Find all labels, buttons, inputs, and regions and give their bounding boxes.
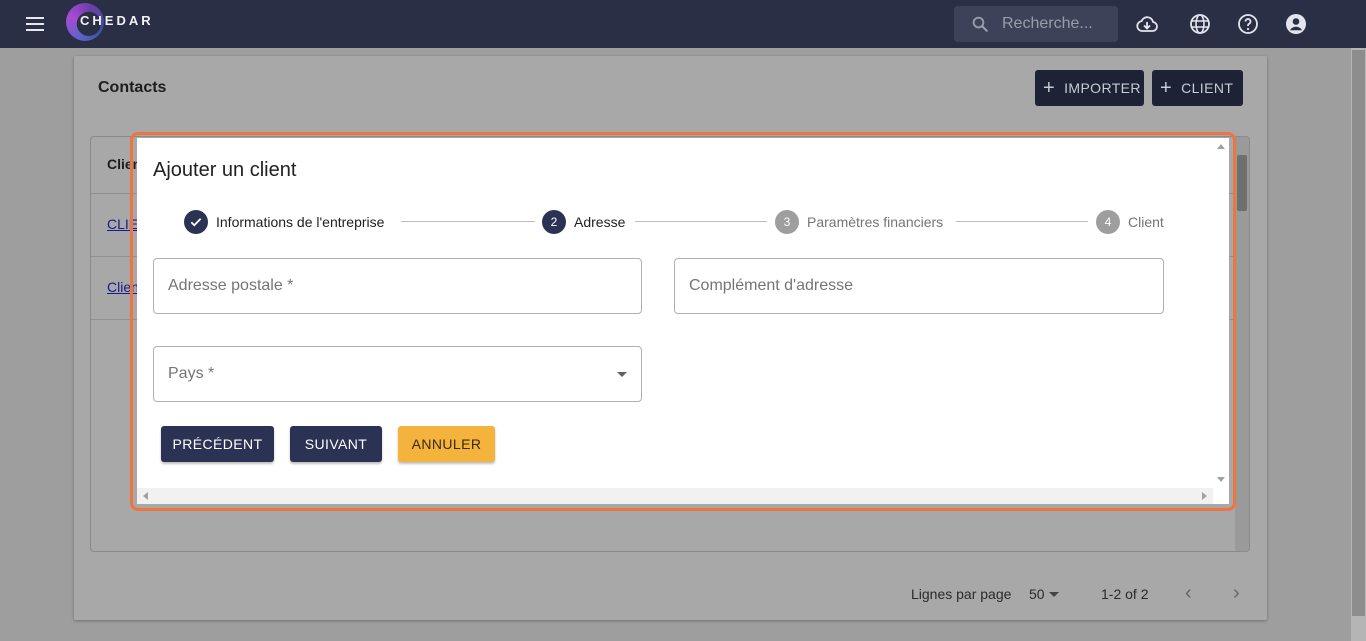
- account-icon[interactable]: [1284, 12, 1308, 36]
- chevron-down-icon[interactable]: [1049, 592, 1059, 597]
- address-complement-input[interactable]: [675, 259, 1163, 313]
- cloud-download-icon[interactable]: [1135, 12, 1159, 36]
- pagination-footer: Lignes par page 50 1-2 of 2 ‹ ›: [74, 576, 1267, 616]
- step-number: 2: [542, 210, 566, 234]
- step-label: Paramètres financiers: [807, 214, 944, 230]
- step-label: Informations de l'entreprise: [216, 214, 385, 230]
- country-input[interactable]: [154, 347, 641, 401]
- app-logo[interactable]: CHEDAR: [66, 3, 176, 43]
- step-client[interactable]: 4 Client: [1096, 210, 1164, 234]
- step-connector: [956, 221, 1088, 222]
- chevron-down-icon[interactable]: [617, 372, 627, 377]
- scroll-down-icon[interactable]: [1217, 477, 1225, 482]
- dialog-vertical-scrollbar[interactable]: [1213, 138, 1229, 488]
- step-connector: [401, 221, 535, 222]
- plus-icon: +: [1043, 76, 1056, 99]
- step-number: 4: [1096, 210, 1120, 234]
- globe-icon[interactable]: [1188, 12, 1212, 36]
- rows-per-page-select[interactable]: 50: [1029, 586, 1045, 602]
- import-label: IMPORTER: [1064, 80, 1141, 96]
- add-client-button[interactable]: + CLIENT: [1152, 70, 1243, 106]
- previous-button[interactable]: PRÉCÉDENT: [161, 426, 274, 462]
- step-connector: [635, 221, 767, 222]
- previous-page-icon[interactable]: ‹: [1185, 583, 1205, 604]
- page-scrollbar[interactable]: [1351, 48, 1366, 641]
- client-label: CLIENT: [1181, 80, 1234, 96]
- pagination-range: 1-2 of 2: [1101, 586, 1149, 602]
- dialog-horizontal-scrollbar[interactable]: [137, 488, 1213, 504]
- country-select[interactable]: [153, 346, 642, 402]
- step-financial[interactable]: 3 Paramètres financiers: [775, 210, 943, 234]
- cancel-button[interactable]: ANNULER: [398, 426, 495, 462]
- plus-icon: +: [1160, 76, 1173, 99]
- step-company-info[interactable]: Informations de l'entreprise: [184, 210, 384, 234]
- next-page-icon[interactable]: ›: [1233, 583, 1253, 604]
- app-bar: CHEDAR Recherche...: [0, 0, 1366, 48]
- address-complement-field[interactable]: [674, 258, 1164, 314]
- next-button[interactable]: SUIVANT: [290, 426, 382, 462]
- dialog-title: Ajouter un client: [153, 159, 297, 181]
- rows-per-page-label: Lignes par page: [911, 586, 1012, 602]
- help-icon[interactable]: [1236, 12, 1260, 36]
- search-box[interactable]: Recherche...: [954, 6, 1118, 42]
- step-label: Client: [1128, 214, 1164, 230]
- table-scrollbar[interactable]: [1235, 137, 1249, 551]
- scroll-right-icon[interactable]: [1202, 492, 1207, 500]
- import-button[interactable]: + IMPORTER: [1035, 70, 1144, 106]
- add-client-dialog: Ajouter un client Informations de l'entr…: [137, 138, 1229, 504]
- menu-icon[interactable]: [24, 12, 48, 36]
- check-icon: [184, 210, 208, 234]
- scroll-up-icon[interactable]: [1217, 144, 1225, 149]
- scroll-left-icon[interactable]: [143, 492, 148, 500]
- step-address[interactable]: 2 Adresse: [542, 210, 625, 234]
- search-placeholder: Recherche...: [1002, 15, 1093, 32]
- postal-address-input[interactable]: [154, 259, 641, 313]
- search-icon: [972, 16, 988, 32]
- logo-text: CHEDAR: [80, 13, 154, 28]
- step-number: 3: [775, 210, 799, 234]
- step-label: Adresse: [574, 214, 626, 230]
- page-title: Contacts: [98, 79, 167, 96]
- postal-address-field[interactable]: [153, 258, 642, 314]
